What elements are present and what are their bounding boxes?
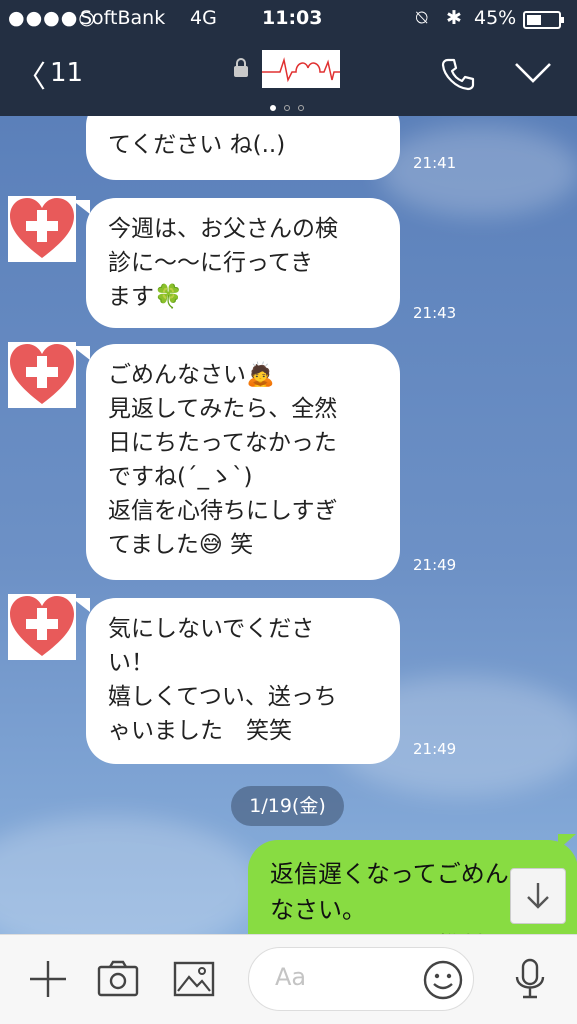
avatar[interactable] (8, 594, 76, 660)
date-separator: 1/19(金) (231, 786, 344, 826)
message-list[interactable]: てください ね(..) 21:41 今週は、お父さんの検 診に〜〜に行ってき ま… (0, 116, 577, 934)
network-type: 4G (190, 7, 217, 29)
received-message[interactable]: 今週は、お父さんの検 診に〜〜に行ってき ます🍀 (86, 198, 400, 328)
avatar[interactable] (8, 196, 76, 262)
message-input-box[interactable] (248, 947, 474, 1011)
plus-icon[interactable] (26, 957, 70, 1001)
emoji-icon[interactable] (421, 958, 465, 1002)
orientation-lock-icon: ⍉ (416, 7, 428, 29)
image-icon[interactable] (172, 957, 216, 1001)
received-message[interactable]: 気にしないでくださ い！ 嬉しくてつい、送っち ゃいました 笑笑 (86, 598, 400, 764)
received-message[interactable]: ごめんなさい🙇 見返してみたら、全然 日にちたってなかった ですね(´_ゝ`) … (86, 344, 400, 580)
bluetooth-icon: ✱ (446, 7, 462, 29)
heart-cross-icon (10, 344, 74, 404)
phone-icon[interactable] (440, 56, 476, 92)
arrow-down-icon (527, 883, 549, 909)
lock-icon (234, 58, 248, 77)
heartbeat-icon (262, 57, 340, 83)
message-time: 21:41 (413, 154, 457, 172)
unread-count[interactable]: 11 (50, 58, 83, 88)
message-time: 21:43 (413, 304, 457, 322)
message-input[interactable] (273, 962, 427, 992)
background-cloud (380, 126, 577, 216)
chat-header: 〈 11 (0, 38, 577, 116)
back-icon[interactable]: 〈 (16, 52, 46, 96)
status-bar: ●●●●○ SoftBank 4G 11:03 ⍉ ✱ 45% (0, 0, 577, 38)
battery-percent: 45% (474, 7, 517, 29)
camera-icon[interactable] (96, 957, 140, 1001)
heart-cross-icon (10, 198, 74, 258)
background-cloud (0, 816, 260, 934)
microphone-icon[interactable] (508, 957, 552, 1001)
status-time: 11:03 (262, 7, 323, 29)
received-message[interactable]: てください ね(..) (86, 116, 400, 180)
scroll-to-bottom-button[interactable] (510, 868, 566, 924)
chevron-down-icon[interactable] (514, 60, 552, 86)
carrier-name: SoftBank (80, 7, 166, 29)
page-dot (270, 105, 276, 111)
message-time: 21:49 (413, 740, 457, 758)
contact-name-image[interactable] (262, 50, 340, 88)
page-dot (298, 105, 304, 111)
message-toolbar (0, 934, 577, 1024)
battery-icon (523, 11, 564, 29)
message-time: 21:49 (413, 556, 457, 574)
heart-cross-icon (10, 596, 74, 656)
page-dot (284, 105, 290, 111)
page-indicator (266, 96, 308, 115)
avatar[interactable] (8, 342, 76, 408)
